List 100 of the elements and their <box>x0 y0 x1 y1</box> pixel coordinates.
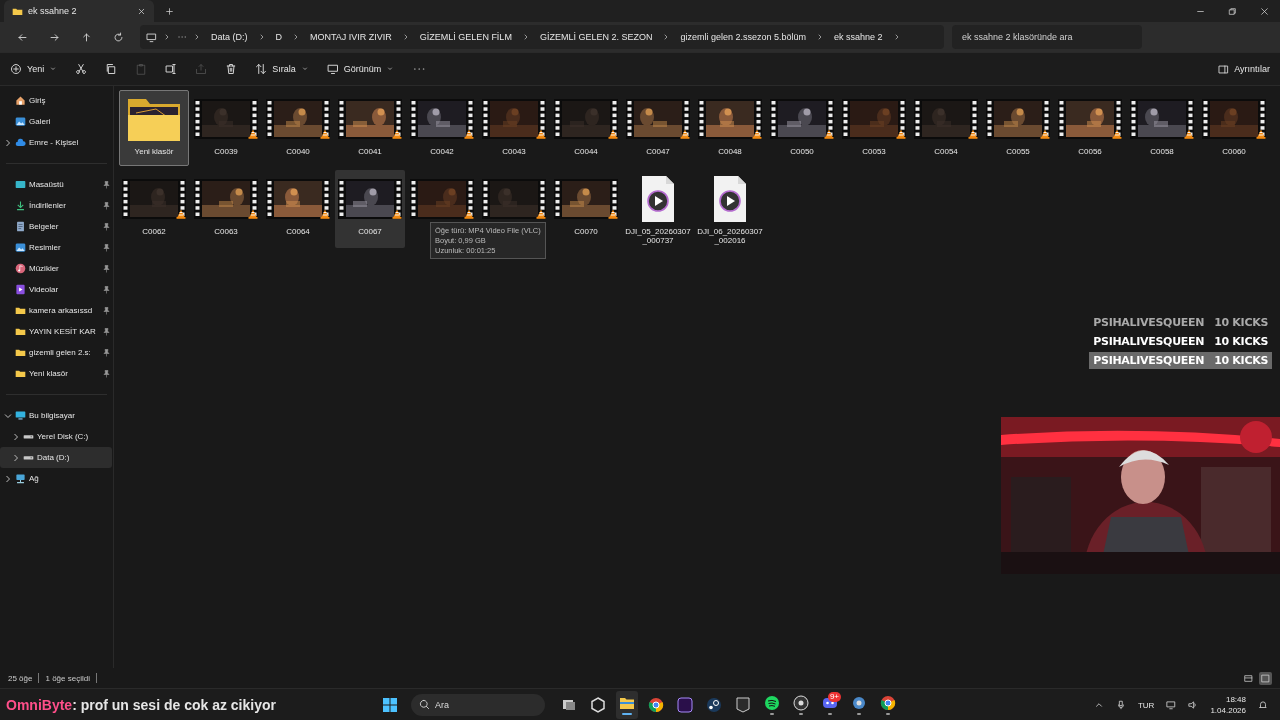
monitor-icon[interactable] <box>146 31 157 43</box>
clock-time[interactable]: 18:48 <box>1225 695 1246 704</box>
copy-icon[interactable] <box>105 63 118 75</box>
sidebar-item[interactable]: Yeni klasör <box>0 363 112 384</box>
breadcrumb-item[interactable]: GİZEMLİ GELEN 2. SEZON <box>535 30 657 44</box>
view-mode-button[interactable] <box>1259 671 1272 685</box>
alert-username: PSIHALIVESQUEEN <box>1093 335 1205 348</box>
file-item[interactable]: C0056 <box>1055 90 1125 168</box>
video-file-icon <box>712 175 748 223</box>
sidebar-item[interactable]: Data (D:) <box>0 447 112 468</box>
cone-icon <box>1112 129 1122 139</box>
sidebar-item[interactable]: Emre - Kişisel <box>0 132 112 153</box>
file-item[interactable]: C0039 <box>191 90 261 168</box>
breadcrumb-item[interactable]: MONTAJ IVIR ZIVIR <box>306 30 396 44</box>
sidebar-item[interactable]: Masaüstü <box>0 174 112 195</box>
view-button[interactable]: Görünüm <box>326 57 395 81</box>
sidebar-item[interactable]: kamera arkasıssd <box>0 300 112 321</box>
tab[interactable]: ek ssahne 2 <box>4 0 154 22</box>
chevron-up-icon[interactable] <box>1093 700 1104 710</box>
search-field[interactable]: ek ssahne 2 klasöründe ara <box>952 25 1142 49</box>
image-icon <box>15 242 26 253</box>
desktop-icon <box>15 179 26 190</box>
chevron-icon[interactable] <box>4 138 12 147</box>
breadcrumb-item[interactable]: gizemli gelen 2.ssezon 5.bölüm <box>676 30 810 44</box>
file-item[interactable]: C0058 <box>1127 90 1197 168</box>
cone-icon <box>464 209 474 219</box>
chevron-icon <box>292 33 300 41</box>
sidebar-item[interactable]: Müzikler <box>0 258 112 279</box>
folder-icon <box>15 347 26 358</box>
breadcrumb-item[interactable]: D <box>271 30 286 44</box>
alert-username: PSIHALIVESQUEEN <box>1093 316 1205 329</box>
breadcrumb-item[interactable]: GİZEMLİ GELEN FİLM <box>415 30 516 44</box>
sidebar-item[interactable]: Bu bilgisayar <box>0 405 112 426</box>
language-indicator[interactable]: TUR <box>1137 700 1155 710</box>
chevron-icon[interactable] <box>4 474 12 483</box>
file-item[interactable]: C0062 <box>119 170 189 248</box>
epic-icon <box>735 697 751 713</box>
microphone-icon[interactable] <box>1115 700 1126 710</box>
sidebar-item[interactable]: Videolar <box>0 279 112 300</box>
file-item[interactable]: C0044 <box>551 90 621 168</box>
cone-icon <box>392 209 402 219</box>
music-icon <box>15 263 26 274</box>
new-button[interactable]: Yeni <box>10 57 58 81</box>
cut-icon[interactable] <box>75 63 88 75</box>
folder-icon <box>15 326 26 337</box>
cone-icon <box>248 209 258 219</box>
start-icon[interactable] <box>382 697 398 713</box>
chevron-icon[interactable] <box>163 33 171 41</box>
sidebar-item[interactable]: Ağ <box>0 468 112 489</box>
sidebar-item[interactable]: gizemli gelen 2.s: <box>0 342 112 363</box>
file-item[interactable]: DJI_05_20260307_000737 <box>623 170 693 248</box>
cone-icon <box>536 129 546 139</box>
close-icon[interactable] <box>137 6 146 16</box>
sidebar-item[interactable]: Giriş <box>0 90 112 111</box>
address-bar[interactable]: Data (D:) D MONTAJ IVIR ZIVIR GİZEMLİ GELEN FİLM GİZEMLİ GELEN 2. SEZON gizemli gelen 2.ssezon 5.bölüm ek ssahne 2 <box>140 25 944 49</box>
sidebar-item[interactable]: Galeri <box>0 111 112 132</box>
file-item[interactable]: C0047 <box>623 90 693 168</box>
sidebar-item[interactable]: Belgeler <box>0 216 112 237</box>
chevron-icon[interactable] <box>12 453 20 462</box>
file-item[interactable]: C0055 <box>983 90 1053 168</box>
breadcrumb-item[interactable]: ek ssahne 2 <box>830 30 887 44</box>
file-item[interactable]: C0063 <box>191 170 261 248</box>
premiere-icon <box>677 697 693 713</box>
sort-button[interactable]: Sırala <box>255 57 309 81</box>
arrow-left-icon <box>16 31 28 43</box>
file-item[interactable]: C0048 <box>695 90 765 168</box>
file-item[interactable]: C0050 <box>767 90 837 168</box>
file-item[interactable]: C0070 <box>551 170 621 248</box>
file-item[interactable]: C0040 <box>263 90 333 168</box>
gear-icon <box>851 695 867 711</box>
file-item[interactable]: C0067 <box>335 170 405 248</box>
sidebar-item[interactable]: İndirilenler <box>0 195 112 216</box>
clock-date[interactable]: 1.04.2026 <box>1210 706 1246 715</box>
chat-message: : prof un sesi de cok az cikiyor <box>72 697 276 713</box>
network-icon[interactable] <box>1166 700 1177 710</box>
sidebar-item[interactable]: YAYIN KESİT KAR <box>0 321 112 342</box>
volume-icon[interactable] <box>1188 700 1199 710</box>
trash-icon[interactable] <box>225 63 238 75</box>
taskbar-search[interactable]: Ara <box>411 694 545 716</box>
file-item[interactable]: C0064 <box>263 170 333 248</box>
taskbar-app[interactable] <box>616 691 638 719</box>
cloud-icon <box>15 137 26 148</box>
file-item[interactable]: C0060 <box>1199 90 1269 168</box>
notification-icon[interactable] <box>1258 700 1268 710</box>
chevron-icon[interactable] <box>4 411 12 420</box>
file-item[interactable]: C0043 <box>479 90 549 168</box>
details-button[interactable]: Ayrıntılar <box>1218 57 1270 81</box>
sidebar-item[interactable]: Resimler <box>0 237 112 258</box>
taskbar-app[interactable]: 9+ <box>819 691 841 719</box>
file-item[interactable]: Yeni klasör <box>119 90 189 166</box>
file-item[interactable]: C0041 <box>335 90 405 168</box>
file-item[interactable]: C0053 <box>839 90 909 168</box>
rename-icon[interactable] <box>165 63 178 75</box>
document-icon <box>15 221 26 232</box>
file-item[interactable]: C0042 <box>407 90 477 168</box>
sidebar-item[interactable]: Yerel Disk (C:) <box>0 426 112 447</box>
file-item[interactable]: C0054 <box>911 90 981 168</box>
file-item[interactable]: DJI_06_20260307_002016 <box>695 170 765 248</box>
chevron-icon[interactable] <box>12 432 20 441</box>
breadcrumb-item[interactable]: Data (D:) <box>207 30 252 44</box>
